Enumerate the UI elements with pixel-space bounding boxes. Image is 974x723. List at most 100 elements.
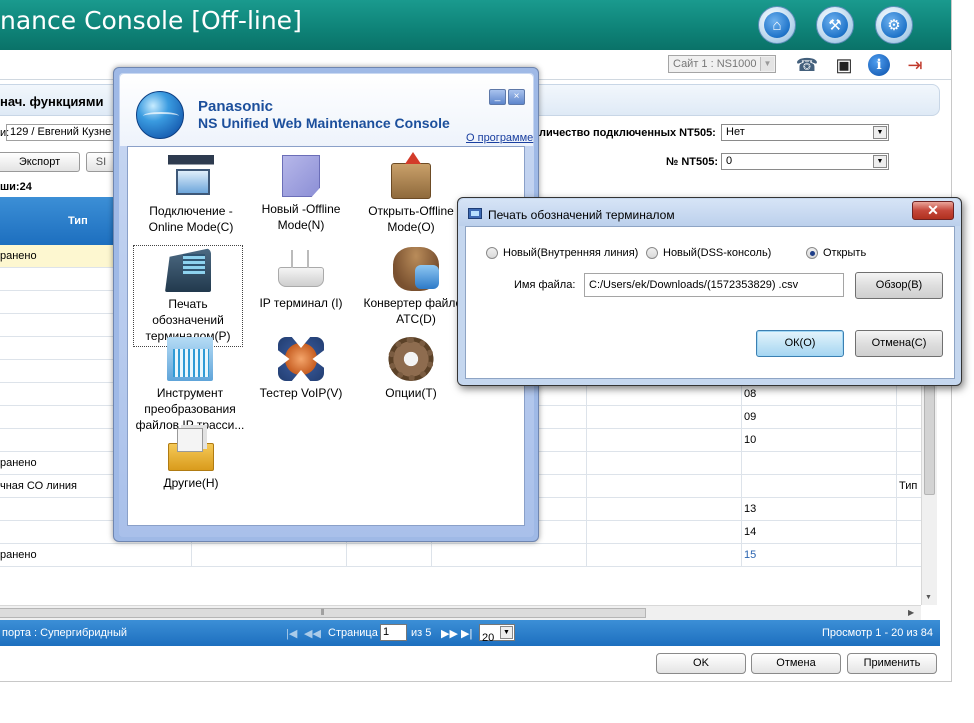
first-page-icon[interactable]: |◀ <box>286 627 297 640</box>
radio-new-extension[interactable]: Новый(Внутренняя линия) <box>486 247 638 259</box>
dialog-ok-button[interactable]: ОК(O) <box>756 330 844 357</box>
browse-button[interactable]: Обзор(B) <box>855 272 943 299</box>
tile-voip-tester[interactable]: Тестер VoIP(V) <box>246 337 356 401</box>
table-cell-num: 15 <box>744 549 757 561</box>
nt505-count-select[interactable]: Нет ▼ <box>721 124 889 141</box>
table-cell-num: 10 <box>744 434 757 446</box>
column-header-type[interactable]: Тип <box>68 215 88 227</box>
app-title: nance Console [Off-line] <box>0 6 302 35</box>
cancel-button[interactable]: Отмена <box>751 653 841 674</box>
about-link[interactable]: О программе <box>466 132 533 144</box>
view-range-label: Просмотр 1 - 20 из 84 <box>822 627 933 639</box>
ok-button[interactable]: OK <box>656 653 746 674</box>
ip-terminal-icon <box>278 250 324 287</box>
close-icon: ✕ <box>927 202 939 218</box>
apply-button[interactable]: Применить <box>847 653 937 674</box>
radio-open[interactable]: Открыть <box>806 247 866 259</box>
pager-bar: порта : Супергибридный |◀ ◀◀ Страница 1 … <box>0 620 940 646</box>
exit-icon[interactable]: ⇥ <box>903 54 927 76</box>
sip-button[interactable]: SI <box>86 152 116 172</box>
folder-icon <box>168 428 214 471</box>
minimize-button[interactable]: _ <box>489 89 506 105</box>
radio-label: Новый(DSS-консоль) <box>663 247 772 259</box>
tile-label: Опции(T) <box>385 386 437 400</box>
info-button[interactable]: i <box>867 54 891 76</box>
nt505-no-label: № NT505: <box>666 156 718 168</box>
server-monitor-icon <box>168 155 214 199</box>
page-number-input[interactable]: 1 <box>380 624 407 641</box>
site-select-value: Сайт 1 : NS1000 <box>673 58 757 70</box>
brand-name: Panasonic <box>198 98 274 115</box>
column-divider <box>586 452 587 475</box>
open-box-icon <box>391 152 431 199</box>
tile-label: Новый -Offline Mode(N) <box>261 202 341 232</box>
table-cell-extra: Тип <box>899 480 918 492</box>
phone-list-icon[interactable]: ☎ <box>795 54 819 76</box>
table-cell-num: 08 <box>744 388 757 400</box>
settings-button[interactable]: ⚙ <box>875 6 913 44</box>
next-page-icon[interactable]: ▶▶ <box>441 627 458 640</box>
save-icon[interactable]: ▣ <box>832 54 856 76</box>
tools-button[interactable]: ⚒ <box>816 6 854 44</box>
tile-online[interactable]: Подключение -Online Mode(C) <box>136 155 246 239</box>
scroll-right-icon[interactable]: ▶ <box>908 608 914 617</box>
tile-print[interactable]: Печать обозначений терминалом(P) <box>133 245 243 347</box>
dialog-cancel-button[interactable]: Отмена(C) <box>855 330 943 357</box>
column-divider <box>586 544 587 567</box>
table-cell-num: 14 <box>744 526 757 538</box>
nt505-count-value: Нет <box>726 126 745 138</box>
column-divider <box>191 544 192 567</box>
close-button[interactable]: × <box>508 89 525 105</box>
tile-ip-trace[interactable]: Инструмент преобразования файлов IP трас… <box>132 337 248 433</box>
extension-label: и: <box>0 127 10 139</box>
tile-label: IP терминал (I) <box>259 296 343 310</box>
tile-label: Открыть-Offline Mode(O) <box>368 204 454 234</box>
column-divider <box>586 406 587 429</box>
column-divider <box>741 498 742 521</box>
prev-page-icon[interactable]: ◀◀ <box>304 627 321 640</box>
column-divider <box>741 475 742 498</box>
column-divider <box>896 498 897 521</box>
tile-options[interactable]: Опции(T) <box>356 337 466 401</box>
export-button[interactable]: Экспорт <box>0 152 80 172</box>
home-button[interactable]: ⌂ <box>758 6 796 44</box>
tile-label: Тестер VoIP(V) <box>259 386 343 400</box>
horizontal-scrollbar[interactable]: ⦀ ▶ <box>0 605 921 620</box>
radio-label: Новый(Внутренняя линия) <box>503 247 639 259</box>
extension-name-value: 129 / Евгений Кузне <box>10 126 112 138</box>
tile-new-offline[interactable]: Новый -Offline Mode(N) <box>246 155 356 233</box>
radio-circle[interactable] <box>646 247 658 259</box>
table-cell-num: 13 <box>744 503 757 515</box>
column-divider <box>586 498 587 521</box>
scrollbar-thumb[interactable]: ⦀ <box>0 608 646 618</box>
column-divider <box>586 383 587 406</box>
dialog-titlebar[interactable]: Печать обозначений терминалом ✕ <box>459 199 960 226</box>
page-size-select[interactable]: 20 ▼ <box>479 624 515 644</box>
file-name-label: Имя файла: <box>514 279 576 291</box>
nt505-count-label: личество подключенных NT505: <box>539 127 716 139</box>
radio-new-dss[interactable]: Новый(DSS-консоль) <box>646 247 771 259</box>
column-divider <box>431 544 432 567</box>
last-page-icon[interactable]: ▶| <box>461 627 472 640</box>
tile-other[interactable]: Другие(H) <box>136 427 246 491</box>
product-name: NS Unified Web Maintenance Console <box>198 115 450 131</box>
table-cell-num: 09 <box>744 411 757 423</box>
print-labels-dialog: Печать обозначений терминалом ✕ Новый(Вн… <box>457 197 962 386</box>
tile-ip-terminal[interactable]: IP терминал (I) <box>246 247 356 311</box>
dialog-close-button[interactable]: ✕ <box>912 201 954 220</box>
file-name-input[interactable]: C:/Users/ek/Downloads/(1572353829) .csv <box>584 273 844 297</box>
tile-open-offline[interactable]: Открыть-Offline Mode(O) <box>356 152 466 235</box>
scrollbar-thumb[interactable] <box>924 385 935 495</box>
scroll-down-icon[interactable]: ▼ <box>925 594 932 601</box>
radio-circle-selected[interactable] <box>806 247 818 259</box>
column-divider <box>741 429 742 452</box>
nt505-no-select[interactable]: 0 ▼ <box>721 153 889 170</box>
column-divider <box>586 475 587 498</box>
home-icon: ⌂ <box>764 12 790 38</box>
gear-icon: ⚙ <box>881 12 907 38</box>
radio-circle[interactable] <box>486 247 498 259</box>
site-select[interactable]: Сайт 1 : NS1000 ▼ <box>668 55 776 73</box>
table-row[interactable]: ранено 15 <box>0 544 921 567</box>
column-divider <box>741 544 742 567</box>
extension-name-field[interactable]: 129 / Евгений Кузне <box>6 124 114 141</box>
